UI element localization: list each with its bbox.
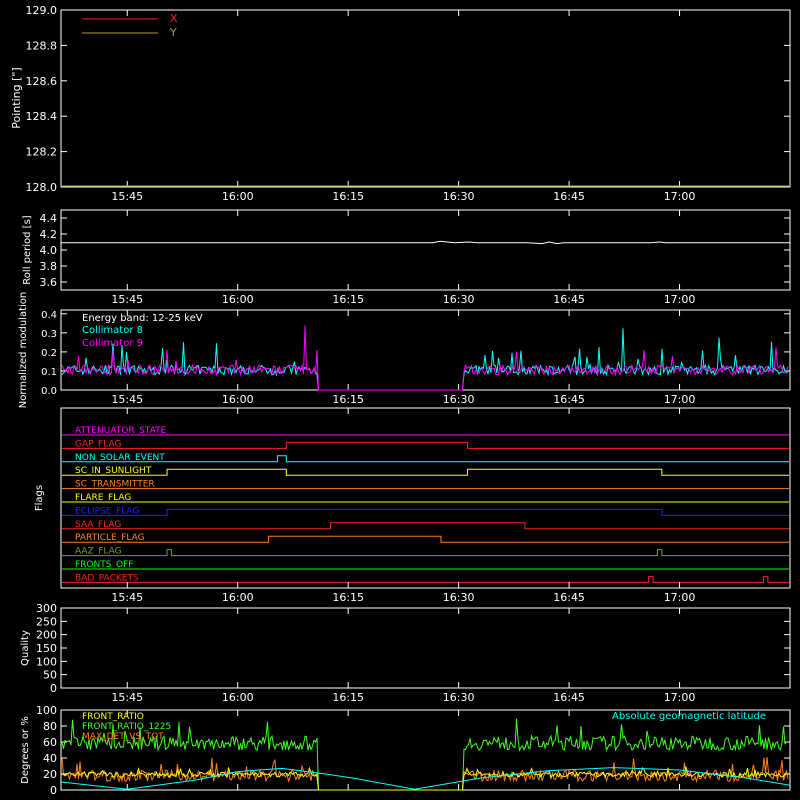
x-tick-label: 17:00 bbox=[664, 293, 696, 306]
collimator-9-label: Collimator 9 bbox=[82, 338, 143, 349]
front-ratio-1225-label: FRONT_RATIO_1225 bbox=[82, 722, 171, 732]
x-tick-label: 16:00 bbox=[222, 591, 254, 604]
x-tick-label: 16:30 bbox=[443, 293, 475, 306]
y-tick-label: 4.0 bbox=[40, 244, 58, 257]
orbit-summary-figure: Pointing ["] 129.0 128.8 128.6 128.4 128.2 12… bbox=[0, 0, 800, 800]
y-tick-label: 300 bbox=[36, 602, 57, 615]
flag-label: ECLIPSE_FLAG bbox=[75, 506, 139, 516]
y-tick-label: 128.2 bbox=[26, 146, 58, 159]
x-tick-label: 16:45 bbox=[553, 190, 585, 203]
max-det-label: MAX_DET_VS_TOT bbox=[82, 732, 164, 742]
legend-y-label: Y bbox=[169, 26, 177, 39]
y-tick-label: 4.2 bbox=[40, 228, 58, 241]
x-tick-label: 16:00 bbox=[222, 393, 254, 406]
x-tick-label: 16:45 bbox=[553, 591, 585, 604]
y-tick-label: 3.6 bbox=[40, 276, 58, 289]
y-tick-label: 128.6 bbox=[26, 75, 58, 88]
x-tick-label: 16:15 bbox=[332, 190, 364, 203]
x-tick-label: 16:30 bbox=[443, 190, 475, 203]
flag-label: SAA_FLAG bbox=[75, 520, 121, 530]
y-tick-label: 100 bbox=[36, 704, 57, 717]
flag-label: SC_TRANSMITTER bbox=[75, 480, 155, 490]
collimator-8-label: Collimator 8 bbox=[82, 325, 143, 336]
flag-label: ATTENUATOR_STATE bbox=[75, 426, 167, 436]
x-tick-label: 16:30 bbox=[443, 691, 475, 704]
y-tick-label: 20 bbox=[43, 768, 57, 781]
y-tick-label: 0.0 bbox=[41, 386, 57, 397]
y-tick-label: 200 bbox=[36, 629, 57, 642]
x-tick-label: 16:00 bbox=[222, 293, 254, 306]
y-tick-label: 0.4 bbox=[41, 310, 57, 321]
x-tick-label: 16:30 bbox=[443, 591, 475, 604]
x-tick-label: 17:00 bbox=[664, 393, 696, 406]
y-tick-label: 129.0 bbox=[26, 4, 58, 17]
x-tick-label: 15:45 bbox=[111, 393, 143, 406]
roll-period-ylabel: Roll period [s] bbox=[22, 215, 33, 284]
y-tick-label: 100 bbox=[36, 655, 57, 668]
flags-ylabel: Flags bbox=[34, 485, 45, 511]
front-ratio-label: FRONT_RATIO bbox=[82, 712, 144, 722]
x-tick-label: 16:15 bbox=[332, 691, 364, 704]
flag-label: FLARE_FLAG bbox=[75, 493, 131, 503]
ratio-ylabel: Degrees or % bbox=[20, 716, 31, 784]
y-tick-label: 150 bbox=[36, 642, 57, 655]
pointing-ylabel: Pointing ["] bbox=[10, 67, 23, 128]
x-tick-label: 16:15 bbox=[332, 591, 364, 604]
x-tick-label: 16:45 bbox=[553, 393, 585, 406]
flag-label: BAD_PACKETS bbox=[75, 573, 139, 583]
y-tick-label: 0 bbox=[50, 682, 57, 695]
y-tick-label: 128.0 bbox=[26, 181, 58, 194]
x-tick-label: 16:00 bbox=[222, 691, 254, 704]
flag-label: PARTICLE_FLAG bbox=[75, 533, 145, 543]
flag-label: SC_IN_SUNLIGHT bbox=[75, 466, 152, 476]
x-tick-label: 16:30 bbox=[443, 393, 475, 406]
x-tick-label: 15:45 bbox=[111, 691, 143, 704]
y-tick-label: 80 bbox=[43, 720, 57, 733]
legend-x-label: X bbox=[170, 12, 178, 25]
x-tick-label: 17:00 bbox=[664, 591, 696, 604]
x-tick-label: 15:45 bbox=[111, 591, 143, 604]
x-tick-label: 16:15 bbox=[332, 393, 364, 406]
y-tick-label: 3.8 bbox=[40, 260, 58, 273]
y-tick-label: 0.1 bbox=[41, 367, 57, 378]
quality-ylabel: Quality bbox=[20, 630, 31, 666]
y-tick-label: 128.4 bbox=[26, 110, 58, 123]
y-tick-label: 250 bbox=[36, 615, 57, 628]
x-tick-label: 16:45 bbox=[553, 293, 585, 306]
flag-label: GAP_FLAG bbox=[75, 439, 121, 449]
flag-label: FRONTS_OFF bbox=[75, 560, 133, 570]
y-tick-label: 128.8 bbox=[26, 39, 58, 52]
x-tick-label: 16:15 bbox=[332, 293, 364, 306]
latitude-label: Absolute geomagnetic latitude bbox=[612, 711, 766, 722]
y-tick-label: 0.2 bbox=[41, 348, 57, 359]
flag-label: AAZ_FLAG bbox=[75, 547, 122, 557]
x-tick-label: 15:45 bbox=[111, 190, 143, 203]
energy-band-label: Energy band: 12-25 keV bbox=[82, 313, 203, 324]
y-tick-label: 4.4 bbox=[40, 212, 58, 225]
y-tick-label: 0 bbox=[50, 784, 57, 797]
y-tick-label: 60 bbox=[43, 736, 57, 749]
y-tick-label: 0.3 bbox=[41, 329, 57, 340]
flag-label: NON_SOLAR_EVENT bbox=[75, 453, 165, 463]
x-tick-label: 15:45 bbox=[111, 293, 143, 306]
x-tick-label: 16:00 bbox=[222, 190, 254, 203]
y-tick-label: 40 bbox=[43, 752, 57, 765]
x-tick-label: 17:00 bbox=[664, 691, 696, 704]
x-tick-label: 17:00 bbox=[664, 190, 696, 203]
x-tick-label: 16:45 bbox=[553, 691, 585, 704]
y-tick-label: 50 bbox=[43, 669, 57, 682]
modulation-ylabel: Normalized modulation bbox=[18, 292, 29, 409]
